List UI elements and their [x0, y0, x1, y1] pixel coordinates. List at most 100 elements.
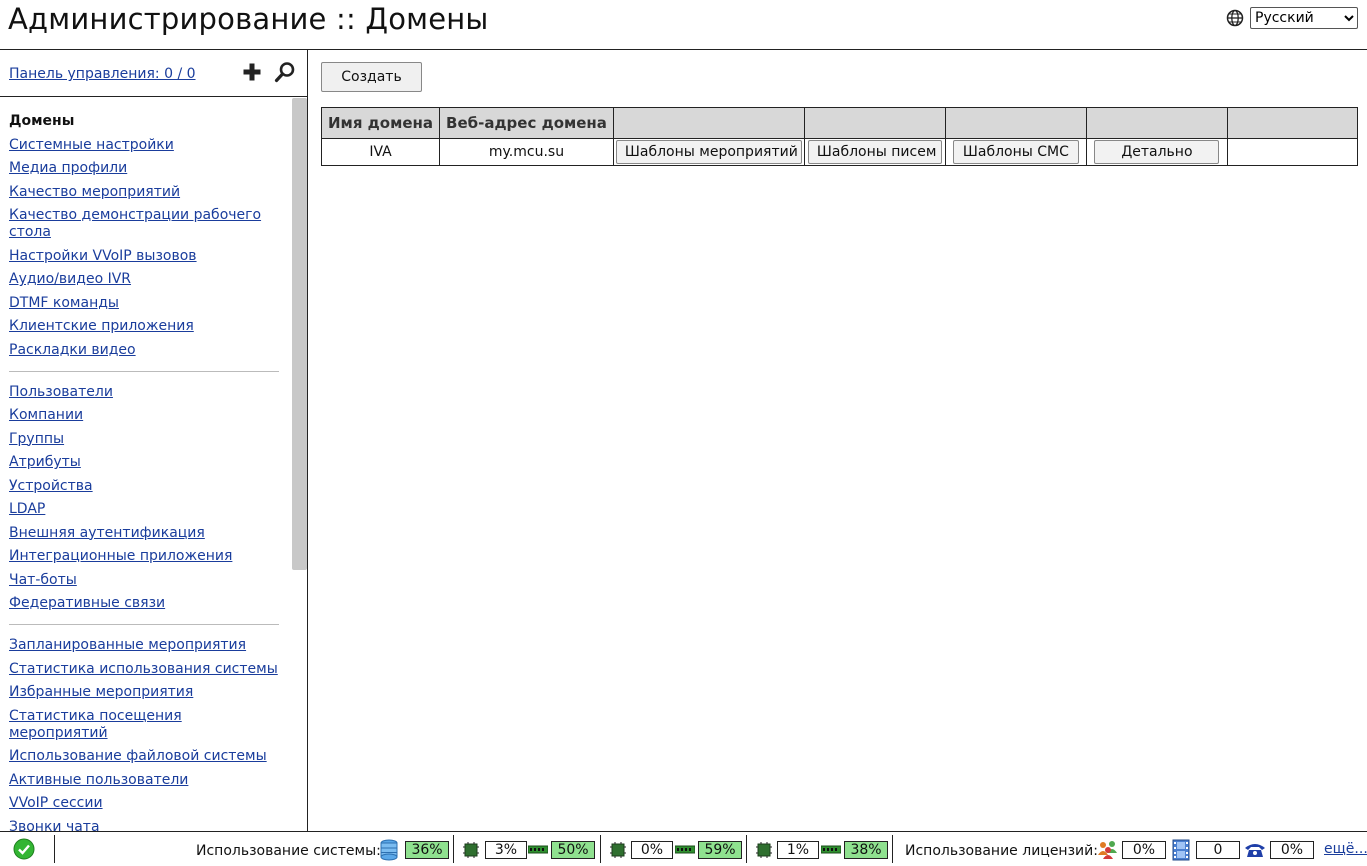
sidebar-item-link[interactable]: Устройства — [9, 478, 93, 494]
sidebar-scrollbar[interactable] — [292, 98, 307, 570]
table-header-row: Имя домена Веб-адрес домена — [320, 107, 1359, 139]
system-usage-label: Использование системы: — [196, 843, 381, 859]
sidebar-item: Активные пользователи — [9, 772, 284, 789]
ram-usage-value: 59% — [698, 841, 742, 859]
sidebar-item-link[interactable]: Пользователи — [9, 384, 113, 400]
sidebar-item: Устройства — [9, 478, 284, 495]
sidebar-item: Атрибуты — [9, 454, 284, 471]
sidebar-item-link[interactable]: Компании — [9, 407, 83, 423]
sidebar-item: LDAP — [9, 501, 284, 518]
details-button[interactable]: Детально — [1094, 140, 1220, 164]
status-separator — [746, 835, 747, 863]
sidebar-item: Аудио/видео IVR — [9, 271, 284, 288]
video-film-icon — [1172, 839, 1190, 861]
sidebar-item: Чат-боты — [9, 572, 284, 589]
sidebar-item-link[interactable]: Федеративные связи — [9, 595, 165, 611]
sidebar-item-link[interactable]: Использование файловой системы — [9, 748, 267, 764]
sidebar-toolbar: Панель управления: 0 / 0 — [0, 50, 307, 97]
sidebar-item-link[interactable]: Клиентские приложения — [9, 318, 194, 334]
sidebar-item: Федеративные связи — [9, 595, 284, 612]
phone-icon — [1245, 844, 1265, 857]
sidebar-item-link[interactable]: Качество мероприятий — [9, 184, 180, 200]
event-templates-button[interactable]: Шаблоны мероприятий — [615, 140, 802, 164]
magnifier-icon[interactable] — [274, 61, 296, 83]
sidebar-item-link[interactable]: Медиа профили — [9, 160, 127, 176]
sidebar-item-link[interactable]: Настройки VVoIP вызовов — [9, 248, 197, 264]
ram-module-icon — [821, 845, 841, 854]
storage-usage-value: 36% — [405, 841, 449, 859]
create-button[interactable]: Создать — [321, 62, 422, 92]
sidebar-item: Группы — [9, 431, 284, 448]
cpu-chip-icon — [756, 842, 772, 858]
sidebar-item-link[interactable]: Раскладки видео — [9, 342, 136, 358]
empty-cell — [1226, 138, 1359, 166]
domain-url-cell: my.mcu.su — [439, 138, 614, 166]
table-row: IVA my.mcu.su Шаблоны мероприятий Шаблон… — [320, 138, 1359, 166]
cpu-chip-icon — [463, 842, 479, 858]
domains-table: Имя домена Веб-адрес домена IVA my.mcu.s… — [320, 107, 1359, 166]
sidebar-item: Статистика использования системы — [9, 661, 284, 678]
column-header-empty — [944, 107, 1087, 139]
email-templates-button[interactable]: Шаблоны писем — [807, 140, 942, 164]
sidebar-item: Интеграционные приложения — [9, 548, 284, 565]
control-panel-link[interactable]: Панель управления: 0 / 0 — [9, 66, 196, 82]
sidebar-item-link[interactable]: Аудио/видео IVR — [9, 271, 131, 287]
column-header-name: Имя домена — [320, 107, 441, 139]
status-separator — [600, 835, 601, 863]
sidebar-item: Компании — [9, 407, 284, 424]
users-license-value: 0% — [1122, 841, 1166, 859]
phone-license-value: 0% — [1270, 841, 1314, 859]
sidebar-item-current: Домены — [9, 113, 75, 129]
column-header-empty — [612, 107, 805, 139]
sidebar-item-link[interactable]: Интеграционные приложения — [9, 548, 232, 564]
video-license-value: 0 — [1196, 841, 1240, 859]
sidebar-item-link[interactable]: Статистика посещения мероприятий — [9, 708, 182, 741]
column-header-empty — [1085, 107, 1228, 139]
email-templates-cell: Шаблоны писем — [803, 138, 946, 166]
status-separator — [54, 835, 55, 863]
page-title: Администрирование :: Домены — [8, 2, 489, 36]
cpu-chip-icon — [610, 842, 626, 858]
plus-icon[interactable] — [242, 62, 262, 82]
sidebar-item: Медиа профили — [9, 160, 284, 177]
ram-module-icon — [528, 845, 548, 854]
sidebar-item-link[interactable]: Запланированные мероприятия — [9, 637, 246, 653]
sidebar-item-link[interactable]: Звонки чата — [9, 819, 100, 832]
ram-usage-value: 38% — [844, 841, 888, 859]
sidebar-item: Статистика посещения мероприятий — [9, 708, 284, 742]
sidebar-item: Качество мероприятий — [9, 184, 284, 201]
sidebar-item-link[interactable]: Избранные мероприятия — [9, 684, 193, 700]
status-separator — [453, 835, 454, 863]
details-cell: Детально — [1085, 138, 1228, 166]
cpu-usage-value: 0% — [631, 841, 673, 859]
sidebar-item-link[interactable]: DTMF команды — [9, 295, 119, 311]
sidebar-divider — [9, 370, 279, 372]
sidebar-item: Звонки чата — [9, 819, 284, 832]
sidebar-item: Клиентские приложения — [9, 318, 284, 335]
sidebar-item-link[interactable]: Чат-боты — [9, 572, 77, 588]
sidebar-item: Системные настройки — [9, 137, 284, 154]
sidebar-item-link[interactable]: Атрибуты — [9, 454, 81, 470]
sidebar-item-link[interactable]: Активные пользователи — [9, 772, 188, 788]
more-link[interactable]: ещё... — [1324, 841, 1367, 857]
sidebar-item-link[interactable]: Статистика использования системы — [9, 661, 278, 677]
sidebar-item: Настройки VVoIP вызовов — [9, 248, 284, 265]
ok-check-icon — [13, 838, 35, 860]
sidebar-item: Раскладки видео — [9, 342, 284, 359]
sidebar-item: Внешняя аутентификация — [9, 525, 284, 542]
language-select[interactable]: Русский — [1250, 7, 1358, 29]
sidebar-item-link[interactable]: Системные настройки — [9, 137, 174, 153]
sidebar-item-link[interactable]: Качество демонстрации рабочего стола — [9, 207, 261, 240]
storage-icon — [380, 839, 398, 861]
column-header-empty — [1226, 107, 1359, 139]
sidebar-item-link[interactable]: VVoIP сессии — [9, 795, 103, 811]
sidebar-item: Использование файловой системы — [9, 748, 284, 765]
sidebar-item-link[interactable]: Группы — [9, 431, 64, 447]
globe-icon — [1226, 9, 1244, 27]
sms-templates-button[interactable]: Шаблоны СМС — [952, 140, 1079, 164]
sidebar-item-link[interactable]: LDAP — [9, 501, 45, 517]
sidebar-item: VVoIP сессии — [9, 795, 284, 812]
sidebar-item: DTMF команды — [9, 295, 284, 312]
sidebar: Панель управления: 0 / 0 Домены Системные… — [0, 50, 308, 831]
sidebar-item-link[interactable]: Внешняя аутентификация — [9, 525, 205, 541]
